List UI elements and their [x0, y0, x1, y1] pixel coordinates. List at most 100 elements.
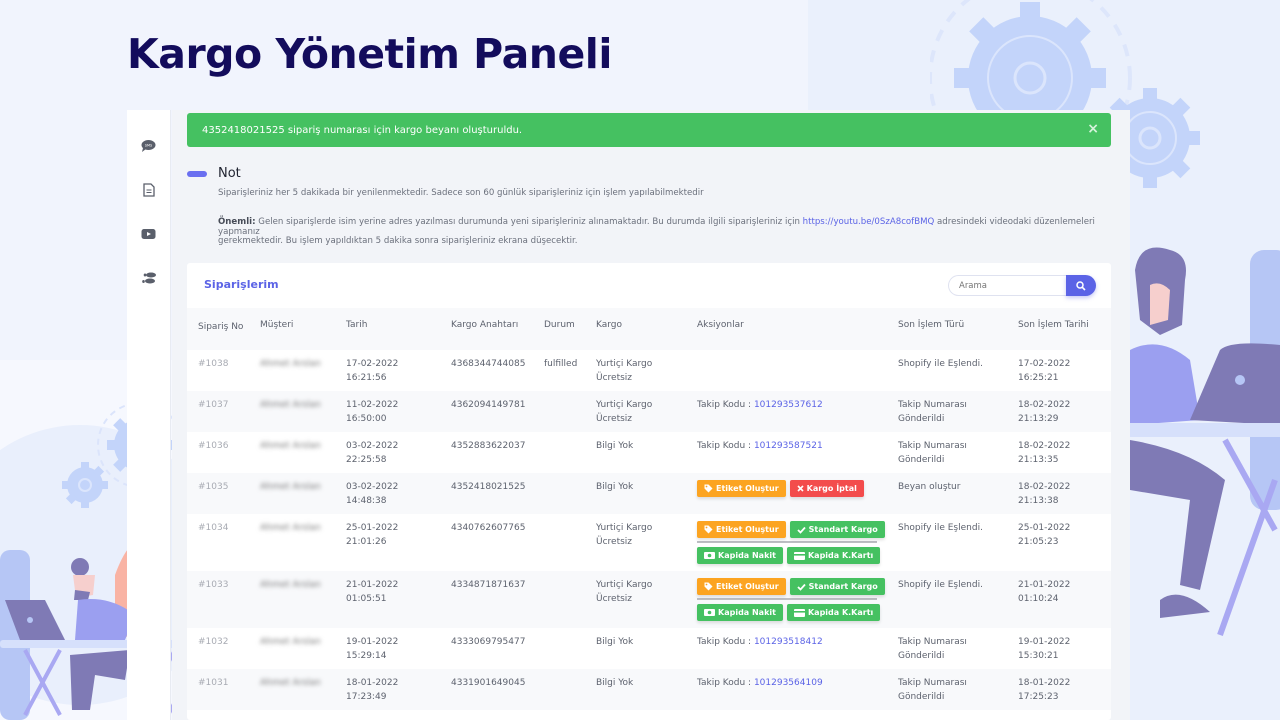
search-button[interactable]: [1066, 275, 1096, 296]
order-status: [544, 669, 596, 710]
card-on-delivery-button[interactable]: Kapida K.Kartı: [786, 604, 881, 621]
last-type-line1: Takip Numarası: [898, 678, 967, 688]
cargo-company: Yurtiçi Kargo Ücretsiz: [596, 350, 697, 391]
tracking-code-link[interactable]: 101293518412: [754, 637, 823, 647]
last-type-line1: Beyan oluştur: [898, 482, 961, 492]
order-date: 19-01-2022 15:29:14: [346, 628, 451, 669]
customer-name-text: Ahmet Arslan: [260, 441, 321, 451]
card-on-delivery-button-label: Kapida K.Kartı: [807, 550, 874, 560]
last-time-text: 21:13:29: [1018, 414, 1059, 424]
col-cargo-key: Kargo Anahtarı: [451, 308, 544, 350]
customer-name-text: Ahmet Arslan: [260, 580, 321, 590]
cargo-key: 4362094149781: [451, 391, 544, 432]
standard-cargo-button[interactable]: Standart Kargo: [789, 578, 885, 595]
time-text: 16:50:00: [346, 414, 387, 424]
create-label-button[interactable]: Etiket Oluştur: [697, 578, 786, 595]
time-text: 17:23:49: [346, 692, 387, 702]
tracking-code-link[interactable]: 101293564109: [754, 678, 823, 688]
tracking-label: Takip Kodu :: [697, 678, 754, 688]
table-row[interactable]: #1031 Ahmet Arslan 18-01-2022 17:23:49 43…: [187, 669, 1111, 710]
create-label-button[interactable]: Etiket Oluştur: [697, 521, 786, 538]
date-text: 11-02-2022: [346, 400, 399, 410]
last-date-text: 18-01-2022: [1018, 678, 1071, 688]
cancel-cargo-button-label: Kargo İptal: [806, 483, 857, 493]
tracking-label: Takip Kodu :: [697, 400, 754, 410]
actions-cell: Etiket Oluştur Standart Kargo Kapida Nakit…: [697, 571, 898, 628]
time-text: 14:48:38: [346, 496, 387, 506]
customer-name: Ahmet Arslan: [260, 432, 346, 473]
col-date: Tarih: [346, 308, 451, 350]
col-cargo: Kargo: [596, 308, 697, 350]
table-row[interactable]: #1032 Ahmet Arslan 19-01-2022 15:29:14 43…: [187, 628, 1111, 669]
cargo-name: Yurtiçi Kargo: [596, 400, 653, 410]
tracking-code-link[interactable]: 101293587521: [754, 441, 823, 451]
last-type-line1: Shopify ile Eşlendi.: [898, 523, 983, 533]
cargo-name: Bilgi Yok: [596, 678, 634, 688]
cargo-name: Bilgi Yok: [596, 482, 634, 492]
sidebar-item-videos[interactable]: [139, 224, 159, 244]
tag-icon: [704, 484, 713, 493]
actions-cell: Etiket Oluştur Kargo İptal: [697, 473, 898, 514]
actions-cell: [697, 350, 898, 391]
actions-cell: Takip Kodu : 101293537612: [697, 391, 898, 432]
order-number: #1035: [187, 473, 260, 514]
tracking-code-link[interactable]: 101293537612: [754, 400, 823, 410]
person-illustration-right: [1130, 247, 1280, 637]
last-date-text: 21-01-2022: [1018, 580, 1071, 590]
order-status: [544, 432, 596, 473]
sidebar-item-sms[interactable]: SMS: [139, 136, 159, 156]
date-text: 03-02-2022: [346, 482, 399, 492]
last-date-text: 25-01-2022: [1018, 523, 1071, 533]
customer-name: Ahmet Arslan: [260, 473, 346, 514]
last-type-line2: Gönderildi: [898, 651, 945, 661]
last-action-date: 25-01-2022 21:05:23: [1018, 514, 1111, 571]
note-title: Not: [218, 166, 241, 181]
last-action-date: 18-02-2022 21:13:35: [1018, 432, 1111, 473]
tracking-label: Takip Kodu :: [697, 637, 754, 647]
important-label: Önemli:: [218, 217, 256, 227]
sidebar-item-tracking[interactable]: [139, 268, 159, 288]
orders-table: Sipariş No Müşteri Tarih Kargo Anahtarı …: [187, 308, 1111, 710]
card-on-delivery-button[interactable]: Kapida K.Kartı: [786, 547, 881, 564]
cash-on-delivery-button[interactable]: Kapida Nakit: [697, 604, 783, 621]
last-type-line2: Gönderildi: [898, 414, 945, 424]
cargo-name: Bilgi Yok: [596, 441, 634, 451]
last-date-text: 18-02-2022: [1018, 482, 1071, 492]
cash-icon: [704, 552, 715, 559]
last-date-text: 18-02-2022: [1018, 441, 1071, 451]
youtube-icon: [141, 229, 156, 239]
order-status: [544, 514, 596, 571]
customer-name: Ahmet Arslan: [260, 391, 346, 432]
video-link[interactable]: https://youtu.be/0SzA8cofBMQ: [803, 217, 935, 227]
create-label-button-label: Etiket Oluştur: [716, 524, 779, 534]
cargo-key: 4368344744085: [451, 359, 526, 369]
standard-cargo-button[interactable]: Standart Kargo: [789, 521, 885, 538]
table-row[interactable]: #1033 Ahmet Arslan 21-01-2022 01:05:51 43…: [187, 571, 1111, 628]
cancel-cargo-button[interactable]: Kargo İptal: [789, 480, 864, 497]
order-date: 18-01-2022 17:23:49: [346, 669, 451, 710]
sidebar-item-documents[interactable]: [139, 180, 159, 200]
cargo-company: Bilgi Yok: [596, 669, 697, 710]
cargo-key: 4334871871637: [451, 571, 544, 628]
table-row[interactable]: #1038 Ahmet Arslan 17-02-2022 16:21:56 43…: [187, 350, 1111, 391]
col-customer: Müşteri: [260, 308, 346, 350]
cash-on-delivery-button[interactable]: Kapida Nakit: [697, 547, 783, 564]
table-row[interactable]: #1036 Ahmet Arslan 03-02-2022 22:25:58 43…: [187, 432, 1111, 473]
last-action-date: 21-01-2022 01:10:24: [1018, 571, 1111, 628]
divider: [697, 598, 877, 600]
create-label-button[interactable]: Etiket Oluştur: [697, 480, 786, 497]
last-type-line1: Takip Numarası: [898, 400, 967, 410]
last-action-type: Beyan oluştur: [898, 473, 1018, 514]
customer-name: Ahmet Arslan: [260, 350, 346, 391]
order-number: #1031: [187, 669, 260, 710]
customer-name: Ahmet Arslan: [260, 514, 346, 571]
last-action-type: Shopify ile Eşlendi.: [898, 571, 1018, 628]
table-row[interactable]: #1037 Ahmet Arslan 11-02-2022 16:50:00 43…: [187, 391, 1111, 432]
time-text: 22:25:58: [346, 455, 387, 465]
table-row[interactable]: #1035 Ahmet Arslan 03-02-2022 14:48:38 43…: [187, 473, 1111, 514]
cargo-key: 4352418021525: [451, 473, 544, 514]
search-input[interactable]: [948, 275, 1066, 296]
table-row[interactable]: #1034 Ahmet Arslan 25-01-2022 21:01:26 43…: [187, 514, 1111, 571]
svg-text:SMS: SMS: [145, 144, 153, 148]
close-icon[interactable]: ×: [1087, 121, 1099, 137]
